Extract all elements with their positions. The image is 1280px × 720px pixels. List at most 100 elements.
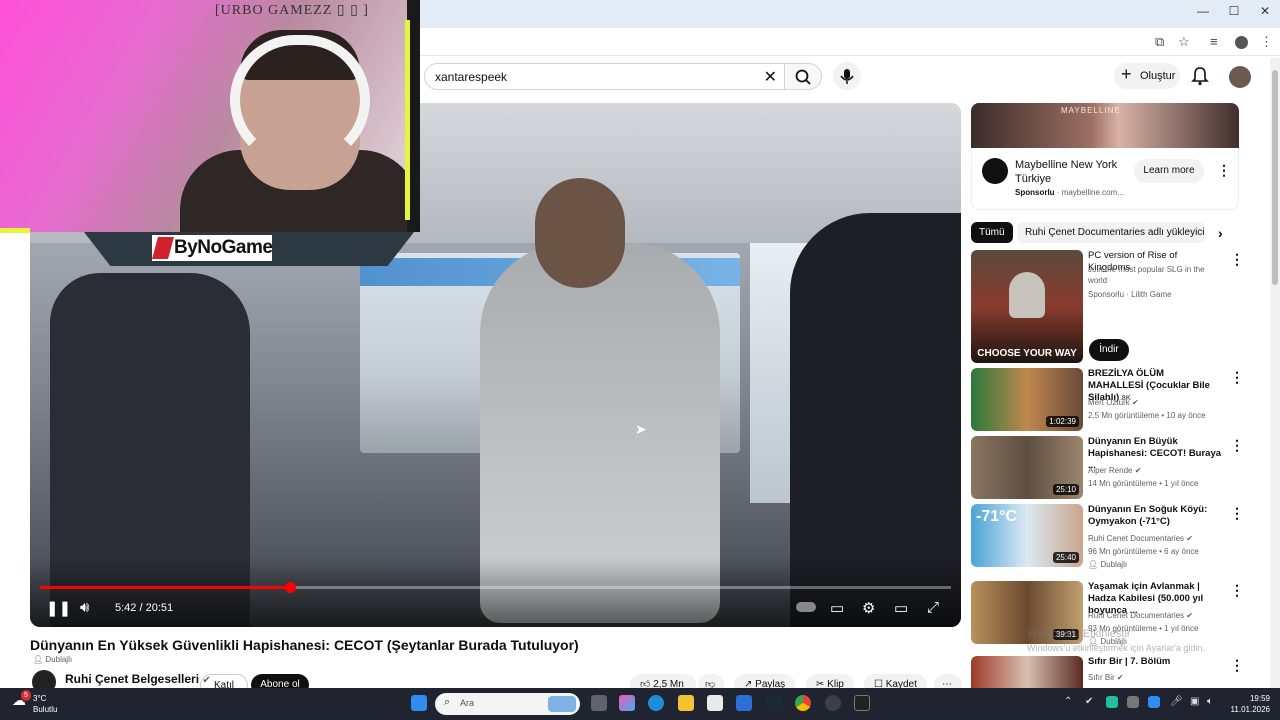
epic-games-icon[interactable] (854, 695, 870, 711)
rec-more-icon[interactable]: ⋮ (1230, 251, 1244, 268)
progress-bar[interactable] (40, 582, 951, 593)
recommendation-thumbnail[interactable]: 25:10 (971, 436, 1083, 499)
progress-fill (40, 586, 290, 589)
chip-channel[interactable]: Ruhi Çenet Documentaries adlı yükleyicid (1017, 222, 1205, 243)
store-icon[interactable] (707, 695, 723, 711)
search-icon: ⌕ (444, 696, 451, 708)
recommendation-channel: Ruhi Cenet Documentaries ✔ (1088, 610, 1193, 621)
account-avatar[interactable] (1229, 66, 1251, 88)
windows-activation-watermark: Windows'u Etkinleştir (1027, 628, 1131, 640)
settings-gear-icon[interactable]: ⚙ (862, 599, 875, 617)
chrome-icon[interactable] (795, 695, 811, 711)
subtitles-icon[interactable]: ▭ (830, 599, 844, 617)
ad-more-icon[interactable]: ⋮ (1217, 162, 1231, 179)
microphone-icon[interactable]: 🎤︎ (1170, 696, 1183, 707)
rec-more-icon[interactable]: ⋮ (1230, 582, 1244, 599)
tray-app-icon[interactable] (1106, 696, 1118, 708)
clear-search-icon[interactable]: ✕ (764, 67, 777, 87)
recommendation-item[interactable]: 25:10 Dünyanın En Büyük Hapishanesi: CEC… (971, 436, 1261, 499)
channel-name[interactable]: Ruhi Çenet Belgeselleri ✔ (65, 672, 211, 686)
tray-app-icon[interactable]: ✔ (1085, 696, 1093, 707)
profile-icon[interactable] (1235, 36, 1248, 49)
edge-icon[interactable] (648, 695, 664, 711)
voice-search-button[interactable] (833, 62, 861, 90)
dub-label: 👤︎ Dublajlı (1088, 560, 1128, 569)
autoplay-toggle[interactable] (796, 602, 816, 612)
install-button[interactable]: İndir (1089, 339, 1129, 361)
weather-condition: Bulutlu (33, 705, 58, 714)
rec-more-icon[interactable]: ⋮ (1230, 369, 1244, 386)
app-icon[interactable] (825, 695, 841, 711)
recommendation-thumbnail[interactable]: CHOOSE YOUR WAY (971, 250, 1083, 363)
verified-icon: ✔ (1132, 398, 1139, 407)
taskbar-clock[interactable]: 19:59 11.01.2026 (1222, 693, 1270, 715)
search-box[interactable]: xantarespeek ✕ (424, 63, 788, 90)
microphone-icon (840, 69, 854, 84)
tray-expand-icon[interactable]: ⌃ (1064, 696, 1072, 707)
cam-title: [URBO GAMEZZ ▯ ▯ ] (215, 3, 369, 18)
verified-icon: ✔ (1186, 611, 1193, 620)
browser-menu-icon[interactable]: ⋮ (1260, 34, 1273, 50)
recommendation-item[interactable]: 1:02:39 BREZİLYA ÖLÜM MAHALLESİ (Çocukla… (971, 368, 1261, 431)
recommendation-channel-text: Ruhi Cenet Documentaries (1088, 534, 1185, 543)
tray-app-icon[interactable] (1127, 696, 1139, 708)
recommendation-channel-text: Alper Rende (1088, 466, 1133, 475)
headset-icon (230, 35, 370, 165)
recommendation-meta: 14 Mn görüntüleme • 1 yıl önce (1088, 479, 1199, 488)
tray-app-icon[interactable] (1148, 696, 1160, 708)
recommendation-channel: Sponsorlu · Lilith Game (1088, 290, 1172, 299)
recommendation-thumbnail[interactable] (971, 656, 1083, 688)
scrollbar-thumb[interactable] (1272, 70, 1278, 285)
logo-mark-icon (152, 237, 174, 259)
task-view-icon[interactable] (591, 695, 607, 711)
network-icon[interactable]: ▣ (1190, 696, 1199, 707)
chevron-right-icon[interactable]: › (1218, 225, 1223, 241)
channel-name-text: Ruhi Çenet Belgeselleri (65, 672, 200, 686)
chip-all[interactable]: Tümü (971, 222, 1013, 243)
ad-banner[interactable]: MAYBELLINE (971, 103, 1239, 148)
fullscreen-icon[interactable]: ⤢ (927, 599, 939, 616)
temperature: 3°C (33, 694, 47, 703)
mail-icon[interactable] (736, 695, 752, 711)
taskbar-search[interactable]: ⌕ Ara (435, 693, 580, 715)
windows-start-icon[interactable] (411, 695, 427, 711)
recommendation-title: Dünyanın En Soğuk Köyü: Oymyakon (-71°C) (1088, 504, 1208, 527)
install-app-icon[interactable]: ⧉ (1155, 34, 1164, 50)
overlay-accent-left (0, 228, 30, 233)
search-input[interactable]: xantarespeek (435, 70, 507, 84)
theater-mode-icon[interactable]: ▭ (894, 599, 908, 617)
recommendation-thumbnail[interactable]: 1:02:39 (971, 368, 1083, 431)
copilot-icon[interactable] (619, 695, 635, 711)
recommendation-item[interactable]: Sıfır Bir | 7. Bölüm Sıfır Bir ✔ (971, 656, 1261, 688)
recommendation-item[interactable]: -71°C 25:40 Dünyanın En Soğuk Köyü: Oymy… (971, 504, 1261, 569)
rec-more-icon[interactable]: ⋮ (1230, 437, 1244, 454)
rec-more-icon[interactable]: ⋮ (1230, 505, 1244, 522)
notifications-bell-icon[interactable] (1191, 66, 1209, 91)
time-display: 5:42 / 20:51 (115, 602, 174, 614)
file-explorer-icon[interactable] (678, 695, 694, 711)
plus-icon: + (1121, 64, 1132, 84)
logo-text: ByNoGame (174, 237, 273, 258)
recommendation-channel: Mert Öztürk ✔ (1088, 397, 1139, 408)
media-control-icon[interactable]: ≡ (1210, 34, 1218, 49)
rec-more-icon[interactable]: ⋮ (1230, 657, 1244, 674)
clock-date: 11.01.2026 (1230, 705, 1270, 714)
recommendation-channel: Alper Rende ✔ (1088, 465, 1141, 476)
recommendation-title: Sıfır Bir | 7. Bölüm (1088, 656, 1171, 667)
maximize-icon[interactable]: ☐ (1219, 4, 1249, 18)
speaker-icon[interactable]: 🔈︎ (1207, 696, 1213, 707)
volume-icon[interactable]: 🔊︎ (80, 599, 89, 616)
bookmark-star-icon[interactable]: ☆ (1178, 34, 1190, 50)
minimize-icon[interactable]: — (1188, 4, 1218, 18)
scrubber-handle[interactable] (284, 582, 296, 593)
overlay-accent (405, 20, 410, 220)
search-button[interactable] (784, 63, 822, 90)
recommendation-thumbnail[interactable]: -71°C 25:40 (971, 504, 1083, 567)
steam-icon[interactable] (765, 695, 781, 711)
pause-icon[interactable]: ❚❚ (46, 599, 71, 617)
create-button[interactable]: + Oluştur (1114, 63, 1180, 89)
close-window-icon[interactable]: ✕ (1250, 4, 1280, 18)
taskbar-search-placeholder: Ara (460, 698, 475, 708)
verified-icon: ✔ (1116, 673, 1124, 682)
learn-more-button[interactable]: Learn more (1134, 159, 1204, 183)
